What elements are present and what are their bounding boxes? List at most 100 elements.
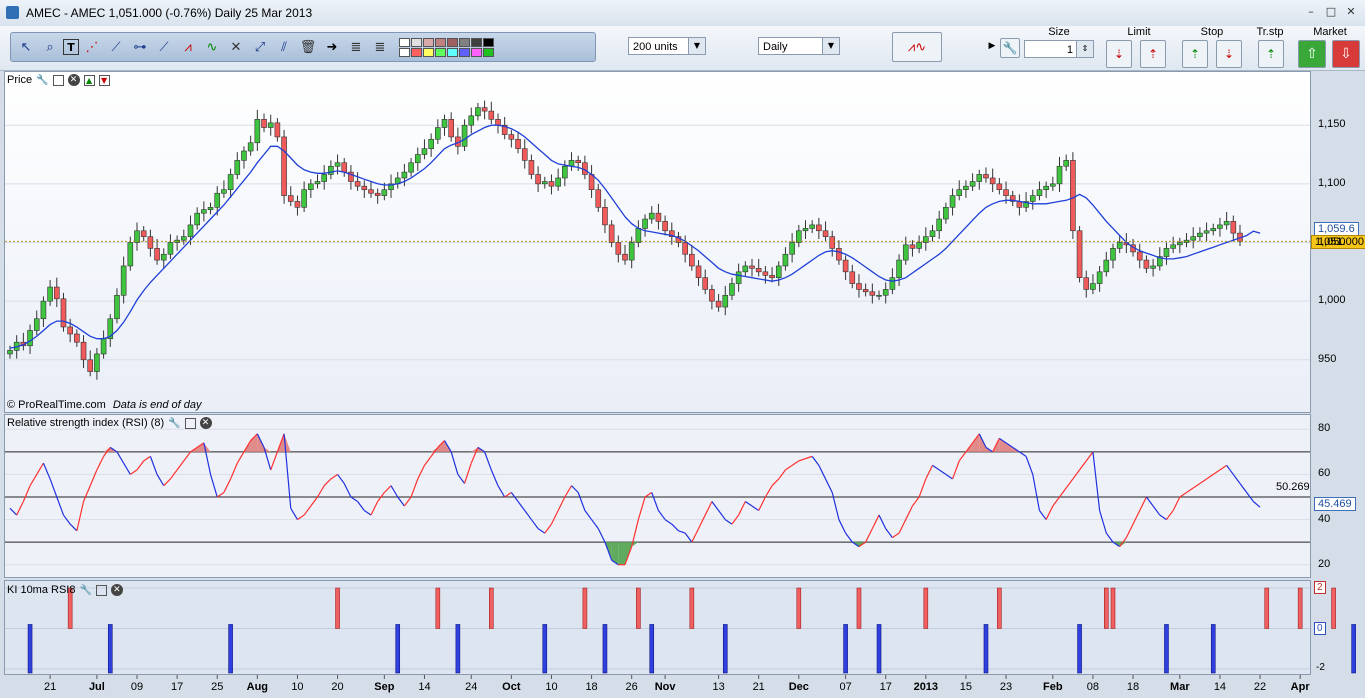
rsi-line-segment [363, 510, 372, 516]
window-icon[interactable] [95, 584, 107, 596]
candle [368, 189, 374, 194]
candle [254, 119, 261, 144]
close-icon[interactable]: ✕ [110, 584, 123, 596]
ki-bar-positive [997, 587, 1002, 629]
rsi-line-segment [637, 496, 646, 520]
candle [648, 212, 655, 220]
rsi-line-segment [1052, 496, 1060, 507]
close-icon[interactable]: ✕ [67, 74, 80, 86]
candle [789, 242, 795, 255]
price-panel-label: Price [7, 74, 33, 86]
ki-bar-positive [1264, 587, 1270, 629]
rsi-line-segment [1085, 451, 1094, 462]
rsi-overbought-fill [972, 433, 980, 452]
candle [287, 195, 294, 202]
wrench-icon[interactable]: 🔧 [36, 75, 48, 86]
candle [976, 174, 983, 182]
x-tick-label: 21 [752, 681, 765, 693]
candle [361, 185, 368, 191]
move-down-icon[interactable]: ▼ [98, 74, 110, 86]
rsi-line-segment [911, 496, 920, 507]
candle [341, 162, 348, 173]
rsi-line-segment [1206, 473, 1214, 480]
rsi-line-segment [597, 528, 606, 543]
ki-bar-negative [843, 624, 848, 674]
rsi-y-tick: 20 [1318, 557, 1331, 570]
candle [662, 221, 668, 232]
candle [60, 298, 67, 328]
candle [856, 283, 862, 290]
rsi-line-segment [9, 507, 18, 516]
rsi-line-segment [49, 478, 58, 498]
candle [134, 230, 140, 243]
rsi-line-segment [129, 469, 138, 475]
rsi-line-segment [290, 507, 298, 520]
rsi-line-segment [1032, 474, 1041, 511]
rsi-line-segment [1172, 496, 1181, 511]
window-icon[interactable] [52, 74, 64, 86]
rsi-line-segment [223, 478, 232, 493]
rsi-line-segment [116, 451, 125, 464]
rsi-y-tick: 40 [1318, 512, 1331, 525]
candle [1070, 160, 1076, 232]
candle [495, 119, 501, 126]
x-tick-label: Feb [1043, 681, 1063, 693]
candle [1110, 248, 1116, 261]
rsi-line-segment [270, 451, 278, 471]
rsi-line-segment [463, 462, 472, 484]
rsi-line-segment [22, 485, 31, 502]
candle [749, 265, 755, 269]
candle [207, 207, 214, 210]
ki-bar-positive [435, 587, 441, 629]
price-y-tick: 1,000 [1318, 294, 1346, 307]
candle [374, 192, 381, 196]
chart-canvas [5, 100, 1356, 679]
rsi-line-segment [497, 485, 506, 498]
rsi-line-segment [878, 514, 887, 529]
rsi-line-segment [303, 505, 312, 516]
candle [114, 294, 120, 320]
rsi-marker-value: 50.269 [1276, 481, 1310, 493]
candle [281, 136, 287, 196]
rsi-line-segment [1165, 510, 1174, 520]
rsi-line-segment [951, 460, 960, 480]
close-icon[interactable]: ✕ [199, 417, 212, 429]
candle [1029, 195, 1036, 202]
ki-bar-negative [107, 624, 113, 674]
candle [1223, 221, 1230, 226]
rsi-line-segment [1132, 510, 1141, 525]
candle [1036, 189, 1043, 196]
move-up-icon[interactable]: ▲ [83, 74, 95, 86]
x-tick-label: 09 [130, 681, 144, 693]
candle [448, 119, 454, 138]
rsi-line-segment [69, 523, 78, 532]
rsi-line-segment [691, 528, 700, 543]
rsi-y-tick: 60 [1318, 467, 1331, 480]
candle [1083, 277, 1090, 290]
rsi-line-segment [1145, 496, 1154, 507]
rsi-line-segment [143, 455, 151, 462]
rsi-line-segment [484, 451, 492, 471]
candle [782, 253, 789, 267]
ki-bar-negative [649, 624, 655, 674]
ki-bar-positive [1104, 587, 1109, 629]
candle [535, 174, 541, 185]
candle [194, 212, 200, 226]
rsi-line-segment [310, 496, 318, 507]
candle [181, 236, 187, 241]
candle [1170, 244, 1176, 249]
price-y-tick: 1,050 [1318, 235, 1346, 248]
rsi-line-segment [1125, 523, 1134, 538]
window-icon[interactable] [184, 417, 196, 429]
candle [949, 195, 956, 208]
candle [682, 242, 688, 255]
wrench-icon[interactable]: 🔧 [79, 585, 91, 596]
ki-bar-positive [335, 587, 340, 629]
candle [33, 318, 40, 331]
rsi-line-segment [958, 451, 967, 462]
candle [562, 165, 568, 179]
wrench-icon[interactable]: 🔧 [168, 418, 180, 429]
candle [541, 181, 548, 185]
candle [261, 119, 267, 128]
candle [241, 150, 247, 161]
